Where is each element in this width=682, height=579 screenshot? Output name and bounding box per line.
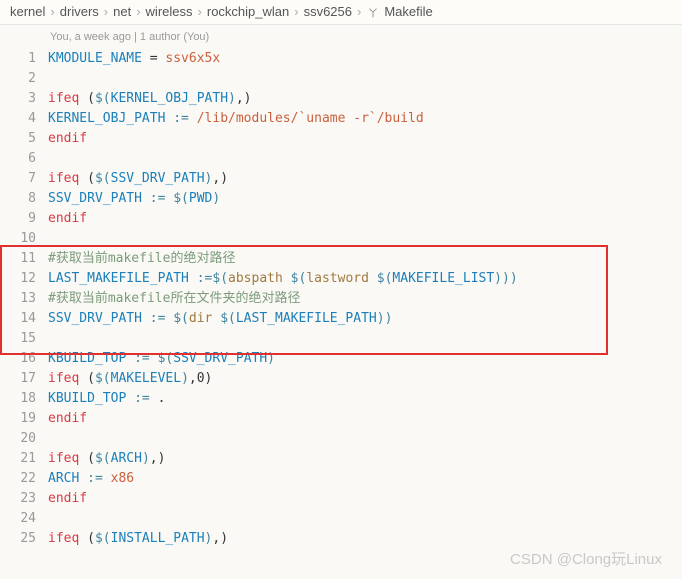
code-line: SSV_DRV_PATH := $(PWD): [48, 189, 682, 209]
code-line: endif: [48, 209, 682, 229]
chevron-right-icon: ›: [294, 4, 298, 19]
code-line: ifeq ($(MAKELEVEL),0): [48, 369, 682, 389]
chevron-right-icon: ›: [136, 4, 140, 19]
code-line: [48, 149, 682, 169]
crumb-kernel[interactable]: kernel: [10, 4, 45, 19]
code-line: KBUILD_TOP := .: [48, 389, 682, 409]
code-line: KMODULE_NAME = ssv6x5x: [48, 49, 682, 69]
code-line: [48, 429, 682, 449]
code-line: KERNEL_OBJ_PATH := /lib/modules/`uname -…: [48, 109, 682, 129]
line-gutter: 1234567891011121314151617181920212223242…: [0, 25, 48, 549]
code-line: LAST_MAKEFILE_PATH :=$(abspath $(lastwor…: [48, 269, 682, 289]
code-line: [48, 509, 682, 529]
chevron-right-icon: ›: [104, 4, 108, 19]
codelens[interactable]: You, a week ago | 1 author (You): [48, 25, 682, 49]
code-line: ifeq ($(KERNEL_OBJ_PATH),): [48, 89, 682, 109]
code-line: #获取当前makefile的绝对路径: [48, 249, 682, 269]
chevron-right-icon: ›: [198, 4, 202, 19]
code-line: [48, 329, 682, 349]
crumb-makefile[interactable]: Makefile: [384, 4, 432, 19]
code-area[interactable]: You, a week ago | 1 author (You) KMODULE…: [48, 25, 682, 549]
crumb-ssv6256[interactable]: ssv6256: [304, 4, 352, 19]
makefile-icon: [366, 4, 380, 20]
breadcrumb[interactable]: kernel › drivers › net › wireless › rockchip…: [0, 0, 682, 25]
code-line: [48, 229, 682, 249]
code-line: ifeq ($(INSTALL_PATH),): [48, 529, 682, 549]
crumb-wireless[interactable]: wireless: [146, 4, 193, 19]
crumb-rockchip[interactable]: rockchip_wlan: [207, 4, 289, 19]
code-line: KBUILD_TOP := $(SSV_DRV_PATH): [48, 349, 682, 369]
code-line: SSV_DRV_PATH := $(dir $(LAST_MAKEFILE_PA…: [48, 309, 682, 329]
crumb-net[interactable]: net: [113, 4, 131, 19]
code-line: endif: [48, 489, 682, 509]
chevron-right-icon: ›: [357, 4, 361, 19]
crumb-drivers[interactable]: drivers: [60, 4, 99, 19]
code-line: #获取当前makefile所在文件夹的绝对路径: [48, 289, 682, 309]
chevron-right-icon: ›: [50, 4, 54, 19]
code-line: [48, 69, 682, 89]
watermark: CSDN @Clong玩Linux: [510, 548, 662, 569]
code-editor[interactable]: 1234567891011121314151617181920212223242…: [0, 25, 682, 549]
code-line: endif: [48, 129, 682, 149]
code-line: ifeq ($(SSV_DRV_PATH),): [48, 169, 682, 189]
code-line: ifeq ($(ARCH),): [48, 449, 682, 469]
code-line: endif: [48, 409, 682, 429]
code-line: ARCH := x86: [48, 469, 682, 489]
